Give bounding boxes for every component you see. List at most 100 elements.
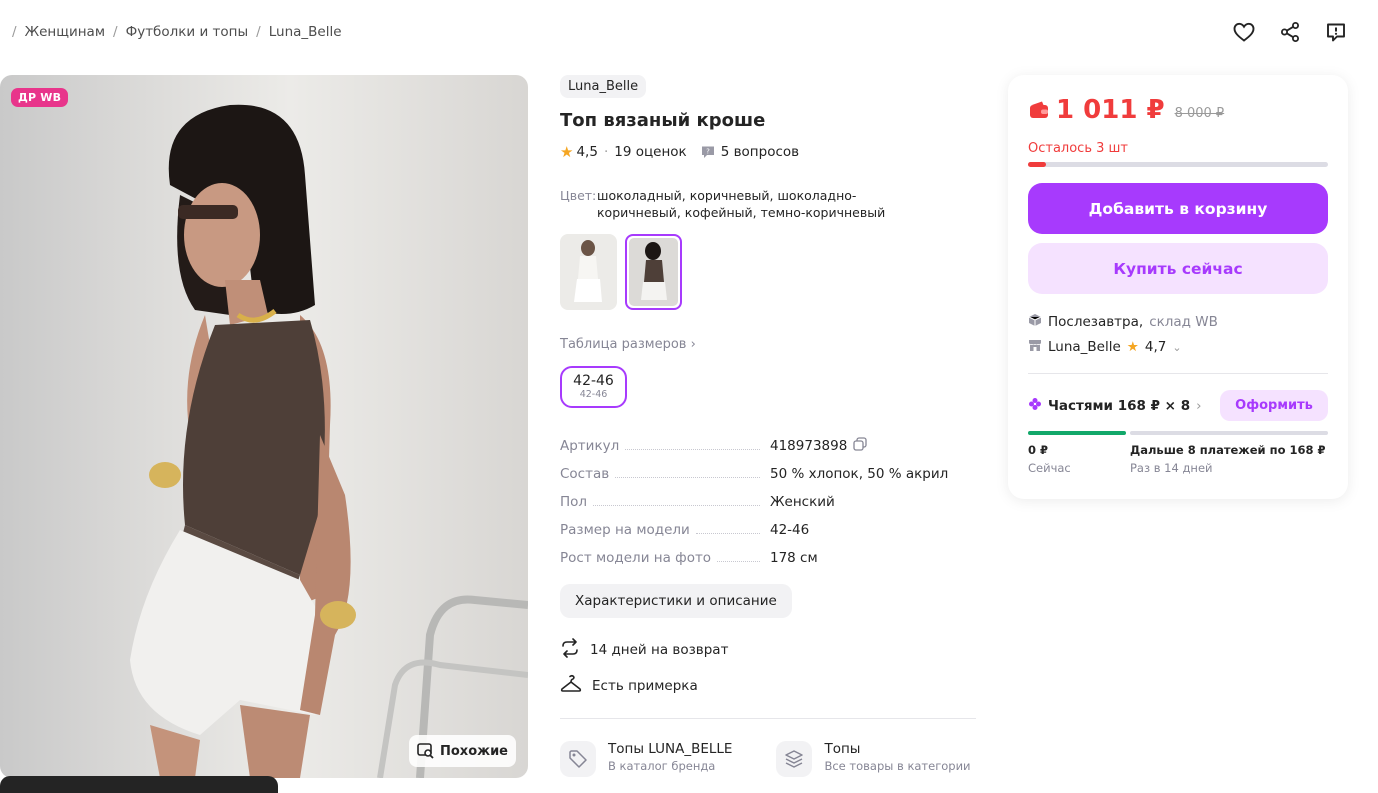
delivery-warehouse: склад WB <box>1149 314 1218 330</box>
chevron-down-icon: ⌄ <box>1172 340 1182 354</box>
add-to-cart-button[interactable]: Добавить в корзину <box>1028 183 1328 234</box>
chevron-right-icon: › <box>690 337 696 352</box>
color-thumbnail-white[interactable] <box>560 234 617 310</box>
spec-row: Артикул 418973898 <box>560 432 976 460</box>
installments-icon <box>1028 397 1042 415</box>
svg-text:?: ? <box>706 148 710 156</box>
shop-icon <box>1028 338 1042 356</box>
category-links: Топы LUNA_BELLE В каталог бренда Топы Вс… <box>560 741 976 777</box>
spec-row: Пол Женский <box>560 488 976 516</box>
spec-value: 42-46 <box>770 522 810 538</box>
breadcrumb-item-tshirts[interactable]: Футболки и топы <box>126 24 249 40</box>
characteristics-button[interactable]: Характеристики и описание <box>560 584 792 618</box>
price-row: 1 011 ₽ 8 000 ₽ <box>1028 95 1328 125</box>
spec-row: Состав 50 % хлопок, 50 % акрил <box>560 460 976 488</box>
rating-row: ★ 4,5 · 19 оценок ? 5 вопросов <box>560 143 976 161</box>
installments-link[interactable]: Частями 168 ₽ × 8 › <box>1028 397 1202 415</box>
rating-dot: · <box>603 144 609 160</box>
spec-key: Рост модели на фото <box>560 550 712 566</box>
category-title: Топы <box>824 741 861 757</box>
spec-key: Артикул <box>560 438 620 454</box>
installments-apply-button[interactable]: Оформить <box>1220 390 1328 421</box>
spec-value: 178 см <box>770 550 818 566</box>
installments-next-amount: Дальше 8 платежей по 168 ₽ <box>1130 443 1326 457</box>
stock-bar-fill <box>1028 162 1046 167</box>
report-icon[interactable] <box>1322 18 1350 46</box>
similar-button[interactable]: Похожие <box>409 735 516 767</box>
feature-return-label: 14 дней на возврат <box>590 642 729 658</box>
heart-icon[interactable] <box>1230 18 1258 46</box>
brand-catalog-link[interactable]: Топы LUNA_BELLE В каталог бренда <box>560 741 732 777</box>
breadcrumb-item-women[interactable]: Женщинам <box>25 24 105 40</box>
color-value: шоколадный, коричневый, шоколадно-коричн… <box>597 188 886 220</box>
spec-value: 50 % хлопок, 50 % акрил <box>770 466 949 482</box>
installments-info: 0 ₽ Сейчас Дальше 8 платежей по 168 ₽ Ра… <box>1028 442 1328 478</box>
spec-row: Размер на модели 42-46 <box>560 516 976 544</box>
feature-return: 14 дней на возврат <box>560 638 976 662</box>
bottom-popup-edge <box>0 776 278 793</box>
size-table-link[interactable]: Таблица размеров › <box>560 337 976 352</box>
size-option-sub: 42-46 <box>579 388 608 400</box>
installments-progress-rest <box>1130 431 1328 435</box>
product-photo[interactable]: ДР WB Похожие <box>0 75 528 778</box>
seller-link[interactable]: Luna_Belle ★ 4,7 ⌄ <box>1028 338 1328 356</box>
buy-now-button[interactable]: Купить сейчас <box>1028 243 1328 294</box>
questions-link[interactable]: 5 вопросов <box>721 144 799 160</box>
installments-row: Частями 168 ₽ × 8 › Оформить <box>1028 390 1328 421</box>
spec-key: Состав <box>560 466 610 482</box>
delivery-date: Послезавтра, <box>1048 314 1144 330</box>
installments-next-label: Раз в 14 дней <box>1130 461 1213 475</box>
stock-text: Осталось 3 шт <box>1028 141 1128 156</box>
brand-catalog-title: Топы LUNA_BELLE <box>608 741 733 757</box>
breadcrumb-separator: / <box>12 24 17 40</box>
tag-icon <box>560 741 596 777</box>
top-actions <box>1230 18 1350 46</box>
color-thumbnails <box>560 234 976 310</box>
questions-icon: ? <box>701 145 715 159</box>
share-icon[interactable] <box>1276 18 1304 46</box>
installments-now-label: Сейчас <box>1028 461 1071 475</box>
installments-label: Частями 168 ₽ × 8 <box>1048 397 1191 414</box>
spec-value: 418973898 <box>770 438 848 454</box>
installments-now-amount: 0 ₽ <box>1028 443 1049 457</box>
breadcrumb-item-brand[interactable]: Luna_Belle <box>269 24 342 40</box>
divider <box>560 718 976 719</box>
return-arrows-icon <box>560 638 580 662</box>
divider <box>1028 373 1328 374</box>
delivery-info: Послезавтра, склад WB <box>1028 313 1328 331</box>
buy-card: 1 011 ₽ 8 000 ₽ Осталось 3 шт Добавить в… <box>1008 75 1348 499</box>
reviews-link[interactable]: 19 оценок <box>614 144 686 160</box>
brand-chip[interactable]: Luna_Belle <box>560 75 647 98</box>
installments-progress <box>1028 431 1328 435</box>
breadcrumb-separator: / <box>256 24 261 40</box>
copy-icon[interactable] <box>853 437 867 455</box>
seller-rating: 4,7 <box>1144 339 1167 355</box>
spec-value: Женский <box>770 494 835 510</box>
hanger-icon <box>560 674 582 698</box>
layers-icon <box>776 741 813 777</box>
brand-catalog-subtitle: В каталог бренда <box>608 759 716 773</box>
rating-value: 4,5 <box>576 144 598 160</box>
old-price: 8 000 ₽ <box>1174 105 1225 121</box>
feature-fitting: Есть примерка <box>560 674 976 698</box>
features-list: 14 дней на возврат Есть примерка <box>560 638 976 698</box>
product-info: Luna_Belle Топ вязаный кроше ★ 4,5 · 19 … <box>560 75 976 777</box>
star-icon: ★ <box>1126 339 1139 355</box>
star-icon: ★ <box>560 143 574 161</box>
breadcrumb: / Женщинам / Футболки и топы / Luna_Bell… <box>4 24 342 40</box>
box-icon <box>1028 313 1042 331</box>
spec-row: Рост модели на фото 178 см <box>560 544 976 572</box>
chevron-right-icon: › <box>1196 397 1202 414</box>
spec-key: Размер на модели <box>560 522 690 538</box>
color-row: Цвет: шоколадный, коричневый, шоколадно-… <box>560 187 976 221</box>
color-thumbnail-brown[interactable] <box>625 234 682 310</box>
seller-name: Luna_Belle <box>1048 339 1121 355</box>
size-table-label: Таблица размеров <box>560 337 687 352</box>
category-link[interactable]: Топы Все товары в категории <box>776 741 971 777</box>
product-title: Топ вязаный кроше <box>560 110 766 131</box>
stock-bar <box>1028 162 1328 167</box>
installments-progress-now <box>1028 431 1126 435</box>
size-option[interactable]: 42-46 42-46 <box>560 366 627 408</box>
feature-fitting-label: Есть примерка <box>592 678 698 694</box>
spec-key: Пол <box>560 494 588 510</box>
